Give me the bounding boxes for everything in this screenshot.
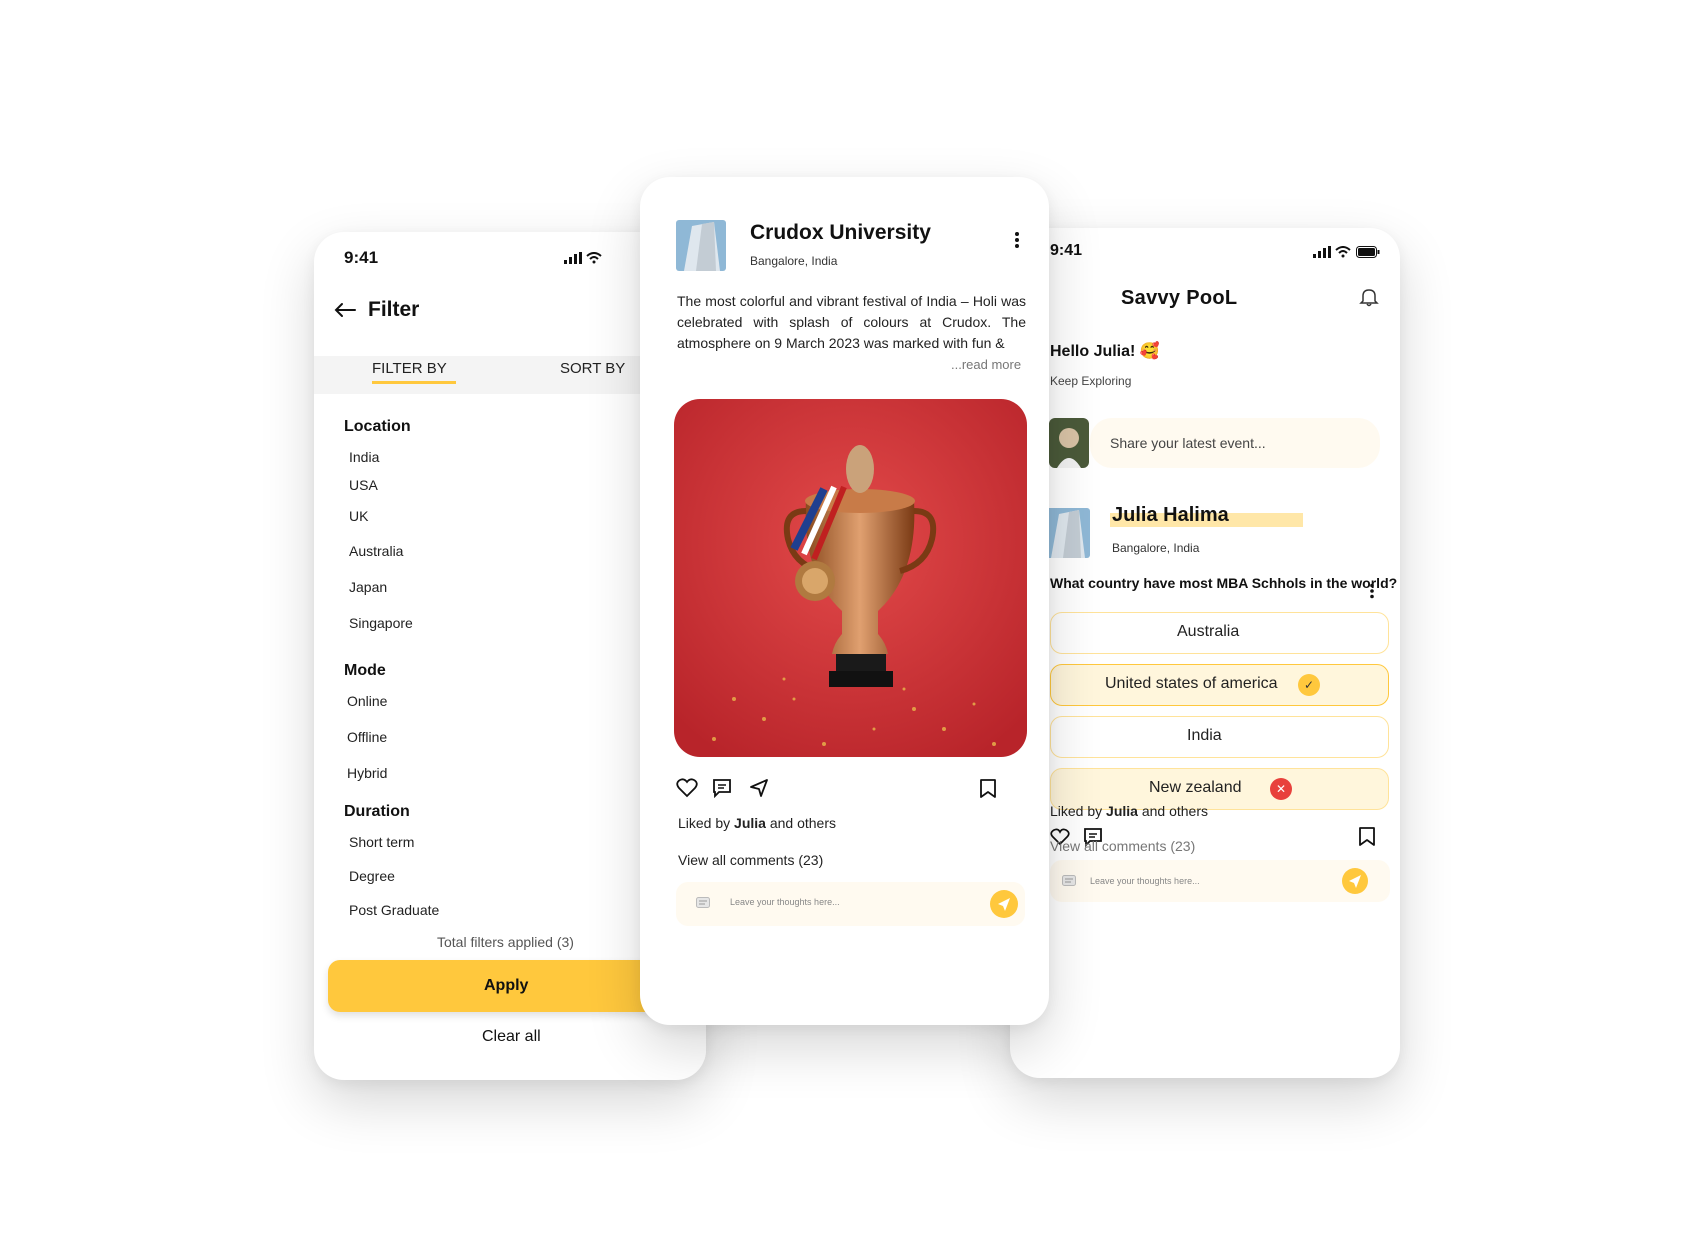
section-location: Location	[344, 418, 411, 435]
liked-suffix: and others	[765, 815, 837, 831]
post-location: Bangalore, India	[750, 254, 838, 268]
tab-sort-by[interactable]: SORT BY	[560, 360, 625, 377]
liked-prefix: Liked by	[1050, 803, 1107, 819]
battery-icon	[1356, 246, 1380, 258]
clear-all-button[interactable]: Clear all	[482, 1028, 541, 1046]
option-offline[interactable]: Offline	[347, 729, 387, 745]
wifi-icon	[586, 252, 602, 264]
tab-filter-by[interactable]: FILTER BY	[372, 360, 447, 377]
poll-location: Bangalore, India	[1112, 541, 1200, 555]
liked-by: Liked by Julia and others	[1050, 803, 1208, 819]
bell-icon[interactable]	[1359, 287, 1379, 307]
section-duration: Duration	[344, 803, 410, 820]
poll-option[interactable]: Australia	[1050, 612, 1389, 654]
poll-question: What country have most MBA Schhols in th…	[1050, 575, 1398, 591]
check-icon: ✓	[1298, 674, 1320, 696]
option-short-term[interactable]: Short term	[349, 834, 414, 850]
chat-icon	[1062, 875, 1076, 887]
more-vertical-icon[interactable]	[1014, 231, 1020, 249]
university-avatar[interactable]	[676, 220, 726, 271]
liked-by: Liked by Julia and others	[678, 815, 836, 831]
send-comment-button[interactable]	[990, 890, 1018, 918]
heart-icon[interactable]	[676, 778, 698, 798]
poll-option-label: India	[1187, 727, 1222, 744]
option-hybrid[interactable]: Hybrid	[347, 765, 387, 781]
comment-icon[interactable]	[712, 778, 732, 798]
post-body: The most colorful and vibrant festival o…	[677, 293, 1026, 351]
status-time: 9:41	[344, 248, 379, 267]
option-australia[interactable]: Australia	[349, 543, 403, 559]
post-author[interactable]: Crudox University	[750, 221, 931, 245]
view-comments-link[interactable]: View all comments (23)	[1050, 838, 1195, 854]
greeting: Hello Julia! 🥰	[1050, 343, 1160, 360]
page-title: Filter	[368, 298, 420, 321]
active-tab-indicator	[372, 381, 456, 384]
send-icon[interactable]	[749, 778, 769, 798]
post-image[interactable]	[674, 399, 1027, 757]
option-online[interactable]: Online	[347, 693, 387, 709]
option-india[interactable]: India	[349, 449, 379, 465]
signal-icon	[564, 252, 582, 264]
section-mode: Mode	[344, 662, 386, 679]
option-degree[interactable]: Degree	[349, 868, 395, 884]
wifi-icon	[1335, 246, 1351, 258]
view-comments-link[interactable]: View all comments (23)	[678, 852, 823, 868]
option-usa[interactable]: USA	[349, 477, 378, 493]
poll-option[interactable]: India	[1050, 716, 1389, 758]
option-singapore[interactable]: Singapore	[349, 615, 413, 631]
poll-author[interactable]: Julia Halima	[1112, 504, 1229, 527]
liked-name[interactable]: Julia	[734, 815, 766, 831]
option-japan[interactable]: Japan	[349, 579, 387, 595]
liked-prefix: Liked by	[678, 815, 735, 831]
close-icon: ✕	[1270, 778, 1292, 800]
app-logo: Savvy PooL	[1121, 287, 1238, 309]
send-comment-button[interactable]	[1342, 868, 1368, 894]
share-placeholder: Share your latest event...	[1110, 435, 1266, 451]
poll-option-label: New zealand	[1149, 779, 1242, 796]
status-time: 9:41	[1050, 242, 1083, 259]
back-arrow-icon[interactable]	[334, 302, 356, 318]
poll-option-label: Australia	[1177, 623, 1240, 640]
bookmark-icon[interactable]	[979, 778, 997, 799]
more-vertical-icon[interactable]	[1369, 583, 1375, 599]
post-screen: Crudox University Bangalore, India The m…	[640, 177, 1049, 1025]
signal-icon	[1313, 246, 1331, 258]
bookmark-icon[interactable]	[1358, 826, 1376, 847]
poll-option-selected[interactable]: United states of america ✓	[1050, 664, 1389, 706]
comment-placeholder: Leave your thoughts here...	[1090, 876, 1200, 886]
comment-input[interactable]	[676, 882, 1025, 926]
liked-name[interactable]: Julia	[1106, 803, 1138, 819]
chat-icon	[696, 897, 710, 909]
total-filters: Total filters applied (3)	[437, 934, 574, 950]
poll-screen: 9:41 Savvy PooL Hello Julia! 🥰 Keep Expl…	[1010, 228, 1400, 1078]
comment-placeholder: Leave your thoughts here...	[730, 897, 840, 907]
user-avatar[interactable]	[1049, 418, 1089, 468]
read-more-link[interactable]: ...read more	[951, 357, 1021, 372]
option-post-graduate[interactable]: Post Graduate	[349, 902, 439, 918]
greeting-subtitle: Keep Exploring	[1050, 374, 1132, 388]
option-uk[interactable]: UK	[349, 508, 368, 524]
poll-option-label: United states of america	[1105, 675, 1278, 692]
apply-label: Apply	[484, 977, 529, 994]
author-avatar[interactable]	[1045, 508, 1090, 558]
liked-suffix: and others	[1137, 803, 1209, 819]
